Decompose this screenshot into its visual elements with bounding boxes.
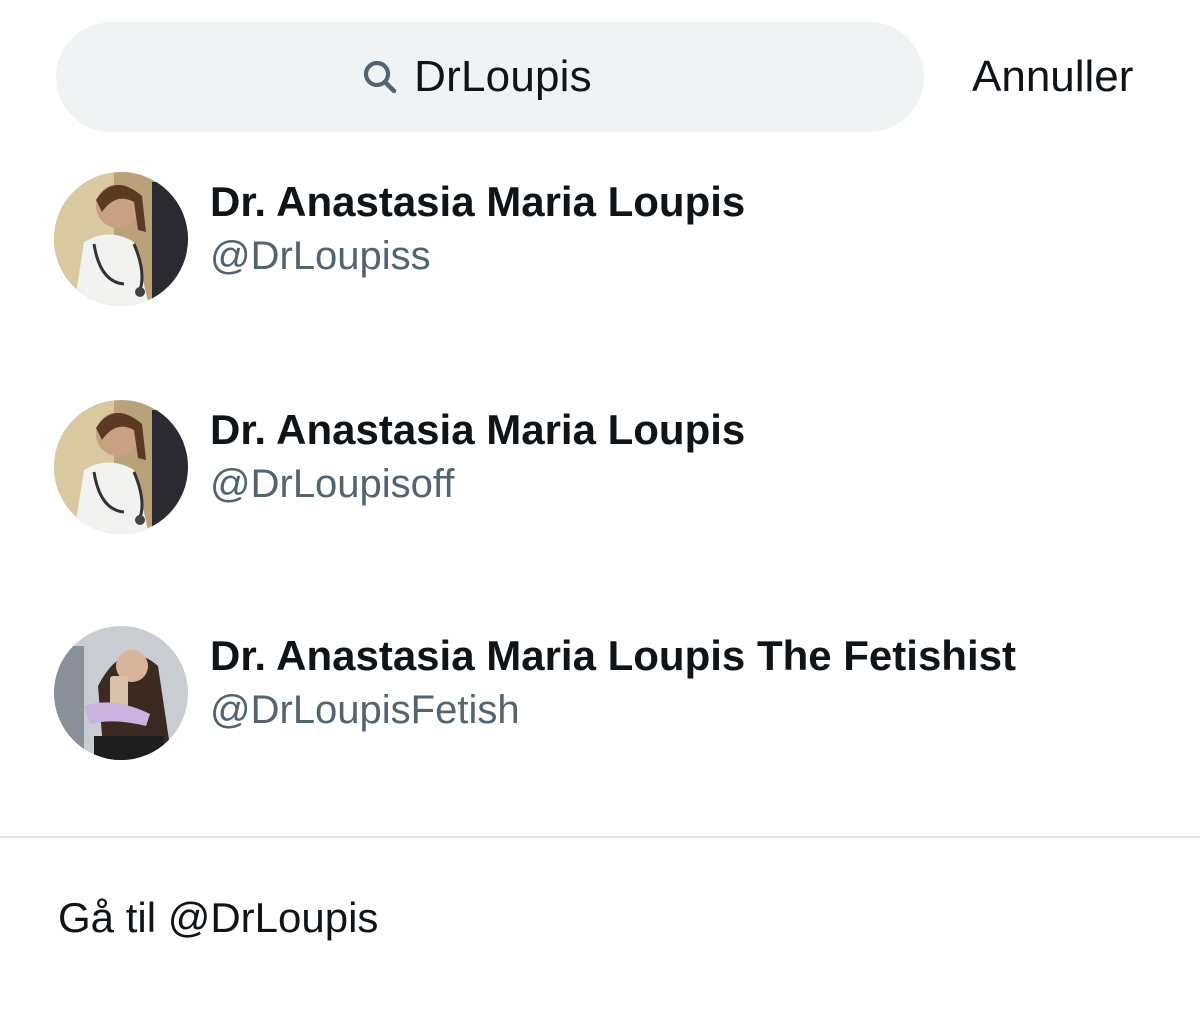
result-handle: @DrLoupiss [210, 234, 431, 278]
search-result-item[interactable]: Dr. Anastasia Maria Loupis @DrLoupisoff [0, 388, 1200, 568]
search-icon [364, 60, 397, 94]
result-name: Dr. Anastasia Maria Loupis [210, 406, 746, 453]
search-input[interactable]: DrLoupis [414, 52, 592, 102]
result-name: Dr. Anastasia Maria Loupis [210, 178, 746, 225]
result-handle: @DrLoupisFetish [210, 688, 520, 732]
search-result-item[interactable]: Dr. Anastasia Maria Loupis The Fetishist… [0, 614, 1200, 794]
avatar[interactable] [54, 400, 188, 534]
avatar[interactable] [54, 626, 188, 760]
search-result-item[interactable]: Dr. Anastasia Maria Loupis @DrLoupiss [0, 160, 1200, 340]
divider [0, 836, 1200, 838]
goto-profile-link[interactable]: Gå til @DrLoupis [58, 894, 378, 942]
result-handle: @DrLoupisoff [210, 462, 455, 506]
search-bar[interactable]: DrLoupis [56, 22, 924, 132]
cancel-button[interactable]: Annuller [972, 52, 1133, 102]
result-name: Dr. Anastasia Maria Loupis The Fetishist [210, 632, 1016, 679]
avatar[interactable] [54, 172, 188, 306]
